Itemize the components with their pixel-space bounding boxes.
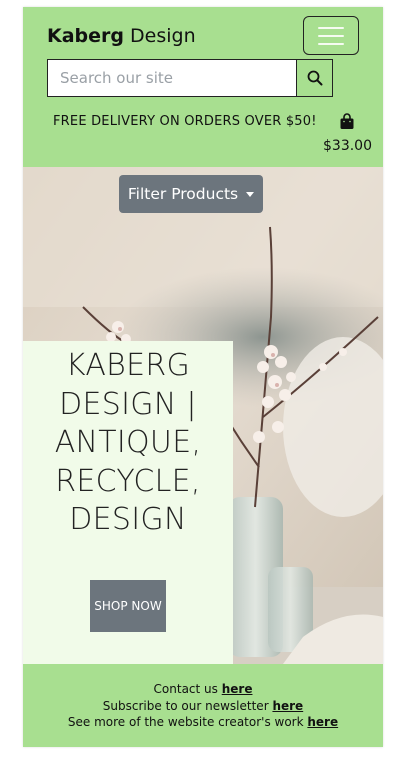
hero-title-line: KABERG	[65, 348, 191, 383]
site-footer: Contact us here Subscribe to our newslet…	[23, 664, 383, 747]
brand-name-bold: Kaberg	[47, 25, 125, 47]
footer-newsletter-line: Subscribe to our newsletter here	[23, 698, 383, 715]
footer-creator-text: See more of the website creator's work	[67, 715, 308, 729]
menu-icon	[318, 26, 344, 29]
hero-title-line: RECYCLE,	[55, 463, 201, 499]
page-frame: Kaberg Design FREE DELIVERY ON ORDERS OV…	[23, 7, 383, 747]
brand-name-light: Design	[124, 25, 196, 47]
menu-toggle-button[interactable]	[303, 16, 359, 55]
footer-contact-line: Contact us here	[23, 681, 383, 698]
menu-icon-bar	[318, 42, 344, 45]
footer-newsletter-text: Subscribe to our newsletter	[102, 698, 273, 713]
footer-contact-text: Contact us	[153, 682, 222, 696]
contact-link[interactable]: here	[222, 682, 253, 696]
hero-card: KABERG DESIGN | ANTIQUE, RECYCLE, DESIGN…	[23, 341, 233, 664]
hero-title: KABERG DESIGN | ANTIQUE, RECYCLE, DESIGN	[23, 347, 233, 540]
creator-link[interactable]: here	[307, 715, 338, 729]
search-icon	[307, 70, 322, 86]
footer-creator-line: See more of the website creator's work h…	[23, 714, 383, 731]
hero-title-line: ANTIQUE,	[54, 425, 202, 460]
delivery-banner: FREE DELIVERY ON ORDERS OVER $50!	[53, 114, 317, 129]
shop-now-button[interactable]: SHOP NOW	[90, 580, 166, 632]
hero-title-line: DESIGN	[69, 502, 187, 537]
shopping-bag-icon[interactable]	[339, 113, 355, 130]
cart-total[interactable]: $33.00	[323, 138, 372, 154]
hero-title-line: DESIGN |	[59, 386, 197, 422]
filter-products-label: Filter Products	[127, 185, 239, 203]
site-header: Kaberg Design FREE DELIVERY ON ORDERS OV…	[23, 7, 383, 167]
caret-down-icon	[246, 191, 255, 197]
brand-logo[interactable]: Kaberg Design	[47, 25, 196, 47]
search-input[interactable]	[47, 59, 296, 97]
filter-products-button[interactable]: Filter Products	[119, 175, 263, 213]
search-button[interactable]	[296, 59, 333, 97]
search-form	[47, 59, 333, 97]
newsletter-link[interactable]: here	[272, 699, 303, 713]
menu-icon-bar	[318, 34, 344, 37]
hero-section: Filter Products KABERG DESIGN | ANTIQUE,…	[23, 167, 383, 664]
